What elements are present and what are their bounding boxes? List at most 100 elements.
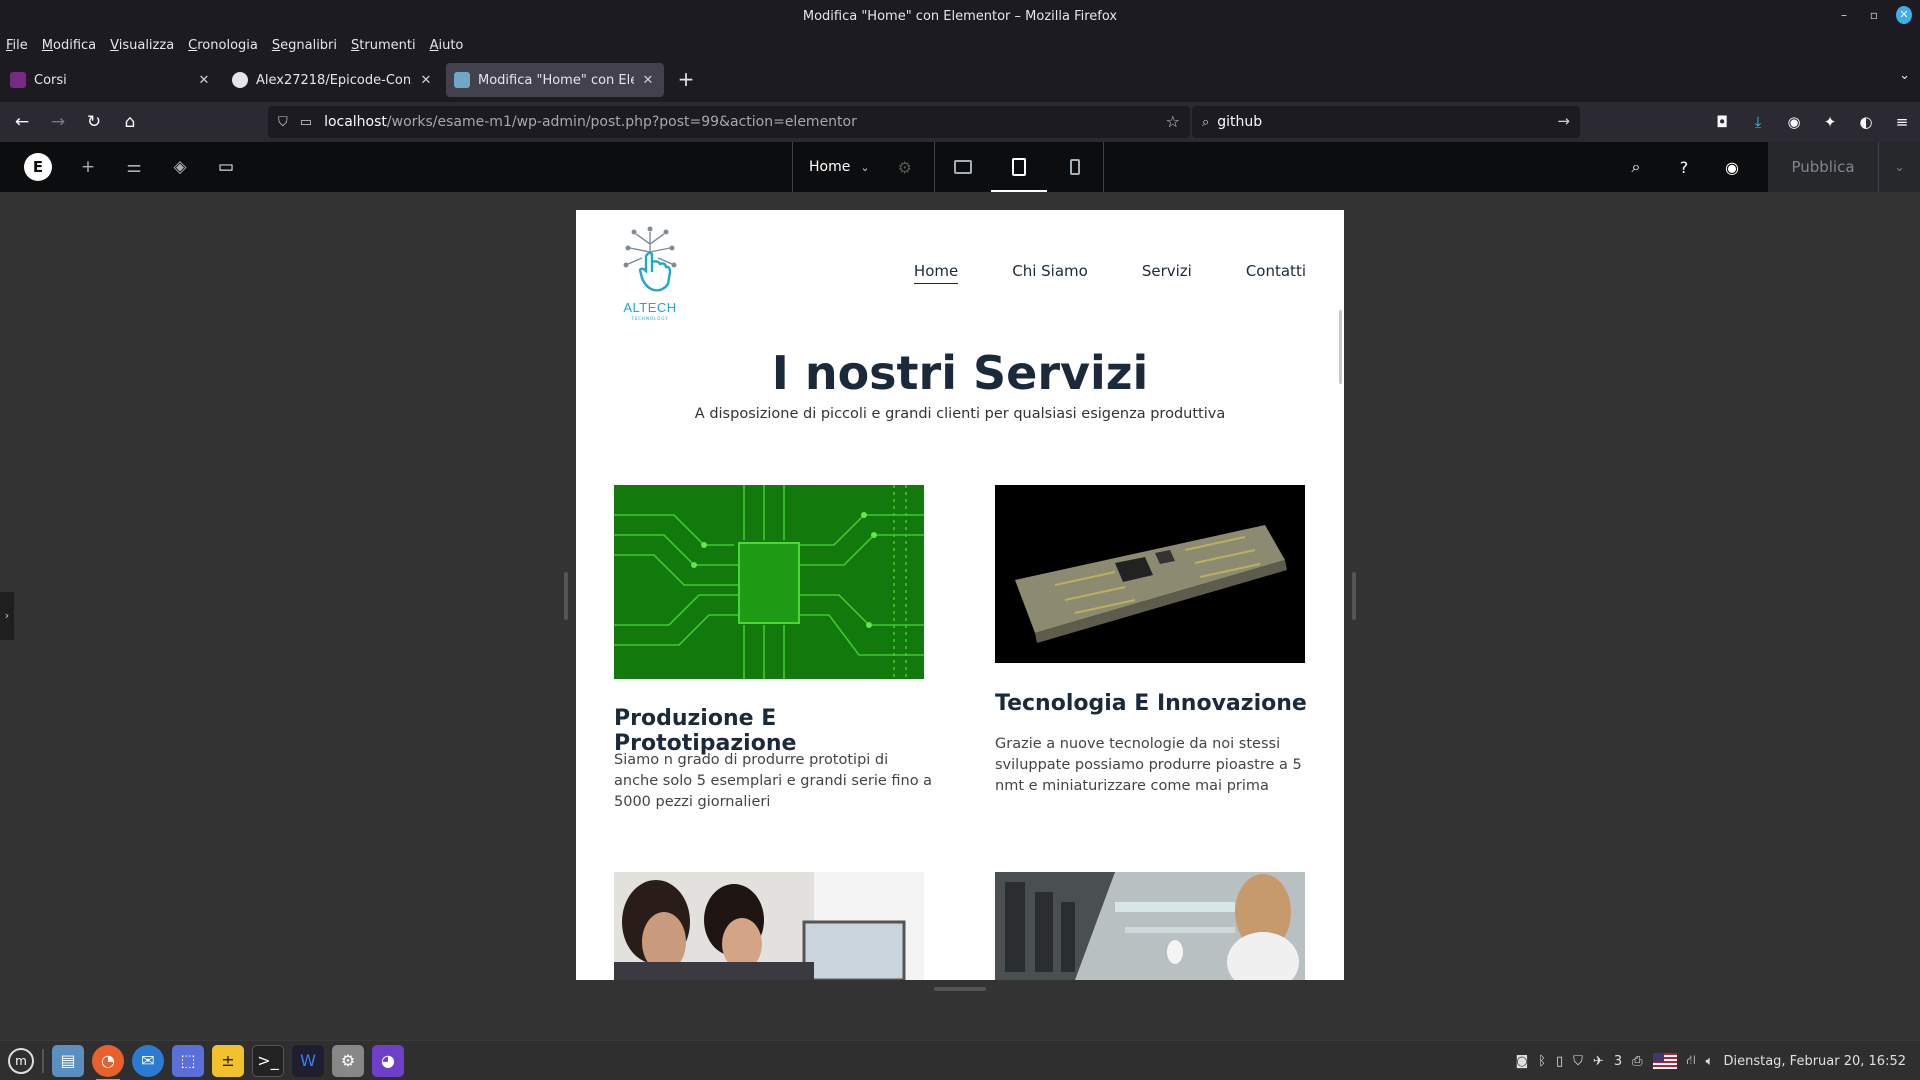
downloads-icon[interactable]: ⤓ — [1746, 108, 1770, 136]
home-icon[interactable]: ⌂ — [116, 108, 144, 136]
github-desktop-icon[interactable]: ◕ — [372, 1044, 404, 1077]
factory-worker-image — [995, 872, 1305, 980]
nav-link-chi-siamo[interactable]: Chi Siamo — [1012, 262, 1088, 284]
extensions-icon[interactable]: ✦ — [1818, 108, 1842, 136]
device-tablet[interactable] — [991, 142, 1047, 192]
resize-handle-right[interactable] — [1352, 572, 1356, 620]
page-info-icon[interactable]: ▭ — [300, 115, 312, 130]
tab-close-icon[interactable]: ✕ — [640, 73, 656, 88]
terminal-icon[interactable]: >_ — [252, 1044, 284, 1077]
shield-tray-icon[interactable]: ⛉ — [1573, 1054, 1583, 1069]
publish-options-chevron-icon[interactable]: ⌄ — [1878, 142, 1920, 192]
nav-link-contatti[interactable]: Contatti — [1246, 262, 1306, 284]
screenshot-icon[interactable]: ⬚ — [172, 1044, 204, 1077]
file-manager-icon[interactable]: ▤ — [52, 1044, 84, 1077]
service-description: Grazie a nuove tecnologie da noi stessi … — [995, 736, 1302, 794]
keyboard-layout-flag-icon[interactable] — [1652, 1053, 1677, 1069]
elementor-right-actions: ⌕ ? ◉ Pubblica ⌄ — [1612, 142, 1920, 192]
account-icon[interactable]: ◉ — [1782, 108, 1806, 136]
page-settings-icon[interactable]: ⚙ — [898, 158, 912, 177]
shield-icon[interactable]: ⛉ — [278, 115, 288, 130]
nav-link-servizi[interactable]: Servizi — [1142, 262, 1192, 284]
search-input[interactable]: github — [1217, 114, 1262, 130]
resize-handle-bottom[interactable] — [934, 987, 986, 991]
notifications-icon[interactable]: ✈ — [1593, 1054, 1604, 1069]
menu-icon[interactable]: ≡ — [1890, 108, 1914, 136]
window-title: Modifica "Home" con Elementor – Mozilla … — [802, 8, 1118, 24]
resize-handle-left[interactable] — [564, 572, 568, 620]
firefox-icon[interactable]: ◔ — [92, 1044, 124, 1080]
tab-elementor[interactable]: Modifica "Home" con Eleme ✕ — [446, 63, 664, 97]
reload-icon[interactable]: ↻ — [80, 108, 108, 136]
url-host: localhost — [324, 114, 387, 130]
tab-github[interactable]: Alex27218/Epicode-Conseg ✕ — [224, 63, 442, 97]
tab-close-icon[interactable]: ✕ — [196, 73, 212, 88]
preview-eye-icon[interactable]: ◉ — [1708, 158, 1756, 177]
service-image-chip[interactable] — [995, 485, 1305, 663]
device-mobile[interactable] — [1047, 142, 1103, 192]
discord-icon[interactable]: ◙ — [1516, 1054, 1529, 1069]
service-description: Siamo n grado di produrre prototipi di a… — [614, 752, 933, 810]
menu-file[interactable]: File — [6, 38, 28, 53]
structure-layers-icon[interactable]: ◈ — [168, 155, 192, 179]
close-window-icon[interactable]: ✕ — [1896, 6, 1912, 24]
page-and-device-controls: Home ⌄ ⚙ — [792, 142, 1104, 192]
url-bar[interactable]: ⛉ ▭ localhost/works/esame-m1/wp-admin/po… — [268, 106, 1190, 138]
panel-toggle-chevron-icon[interactable]: › — [0, 592, 14, 640]
maximize-icon[interactable]: ▫ — [1866, 8, 1882, 22]
extension-icon[interactable]: ◐ — [1854, 108, 1878, 136]
toolbar-icons: ◘ ⤓ ◉ ✦ ◐ ≡ — [1710, 108, 1914, 136]
nav-link-home[interactable]: Home — [913, 262, 959, 284]
altech-logo[interactable]: ALTECH TECHNOLOGY — [618, 220, 682, 321]
service-image-office[interactable] — [614, 872, 924, 980]
forward-icon[interactable]: → — [44, 108, 72, 136]
menu-aiuto[interactable]: Aiuto — [430, 38, 464, 53]
clock[interactable]: Dienstag, Februar 20, 16:52 — [1723, 1054, 1906, 1069]
tab-title: Modifica "Home" con Eleme — [478, 72, 634, 88]
github-icon — [232, 72, 248, 88]
os-taskbar: m ▤ ◔ ✉ ⬚ ± >_ W ⚙ ◕ ◙ ᛒ ▯ ⛉ ✈ 3 ⎙ ⛙ 🔈︎ … — [0, 1040, 1920, 1080]
volume-icon[interactable]: 🔈︎ — [1706, 1054, 1714, 1069]
service-image-circuit-board[interactable] — [614, 485, 924, 679]
back-icon[interactable]: ← — [8, 108, 36, 136]
settings-icon[interactable]: ⚙ — [332, 1044, 364, 1077]
menu-segnalibri[interactable]: Segnalibri — [272, 38, 337, 53]
webstorm-icon[interactable]: W — [292, 1044, 324, 1077]
tab-corsi[interactable]: Corsi ✕ — [2, 63, 220, 97]
site-settings-icon[interactable]: ⚌ — [122, 155, 146, 179]
bluetooth-icon[interactable]: ᛒ — [1538, 1054, 1546, 1069]
minimize-icon[interactable]: – — [1836, 8, 1852, 22]
circuit-hand-icon — [623, 226, 677, 292]
menu-strumenti[interactable]: Strumenti — [351, 38, 416, 53]
menu-visualizza[interactable]: Visualizza — [110, 38, 174, 53]
start-menu-icon[interactable]: m — [8, 1047, 34, 1074]
site-nav: Home Chi Siamo Servizi Contatti — [913, 262, 1306, 284]
elementor-logo-icon[interactable]: E — [24, 153, 52, 181]
calculator-icon[interactable]: ± — [212, 1044, 244, 1077]
brand-tagline: TECHNOLOGY — [631, 316, 669, 321]
elementor-topbar: E + ⚌ ◈ ▭ Home ⌄ ⚙ ⌕ ? ◉ Pubblica ⌄ — [0, 142, 1920, 192]
tab-close-icon[interactable]: ✕ — [418, 73, 434, 88]
list-all-tabs-icon[interactable]: ⌄ — [1899, 68, 1910, 83]
device-desktop[interactable] — [935, 142, 991, 192]
search-icon[interactable]: ⌕ — [1612, 157, 1660, 177]
publish-button[interactable]: Pubblica — [1768, 142, 1878, 192]
printer-icon[interactable]: ⎙ — [1632, 1054, 1642, 1069]
comments-icon[interactable]: ▭ — [214, 155, 238, 179]
search-go-icon[interactable]: → — [1557, 112, 1570, 130]
network-icon[interactable]: ⛙ — [1687, 1053, 1696, 1070]
page-selector[interactable]: Home ⌄ ⚙ — [793, 142, 935, 192]
help-icon[interactable]: ? — [1660, 158, 1708, 177]
search-bar[interactable]: ⌕ github → — [1192, 106, 1580, 138]
notification-count: 3 — [1613, 1053, 1623, 1069]
service-image-factory[interactable] — [995, 872, 1305, 980]
pocket-icon[interactable]: ◘ — [1710, 108, 1734, 136]
add-element-icon[interactable]: + — [76, 155, 100, 179]
thunderbird-icon[interactable]: ✉ — [132, 1044, 164, 1077]
menu-cronologia[interactable]: Cronologia — [188, 38, 258, 53]
system-tray: ◙ ᛒ ▯ ⛉ ✈ 3 ⎙ ⛙ 🔈︎ Dienstag, Februar 20,… — [1516, 1041, 1906, 1080]
bookmark-star-icon[interactable]: ☆ — [1166, 112, 1180, 131]
clipboard-icon[interactable]: ▯ — [1556, 1054, 1563, 1069]
menu-modifica[interactable]: Modifica — [42, 38, 96, 53]
new-tab-button[interactable]: + — [672, 66, 700, 94]
